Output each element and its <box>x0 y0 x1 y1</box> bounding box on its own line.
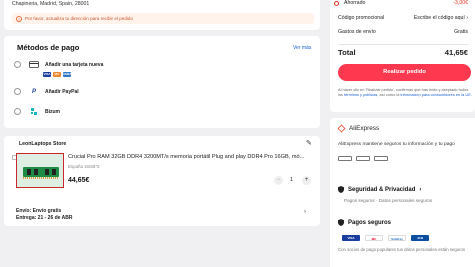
shipping-info: Envío: Envío gratis <box>16 208 62 214</box>
promo-code-label: Código promocional <box>338 15 385 21</box>
secure-card-icon <box>338 156 352 161</box>
shipping-cost-value: Gratis <box>454 29 468 35</box>
secure-payments-description: Con socios de pago populares tus datos p… <box>338 247 466 252</box>
aliexpress-logo: AliExpress <box>337 124 380 133</box>
total-label: Total <box>338 48 356 57</box>
security-privacy-link[interactable]: Seguridad & Privacidad › <box>338 186 421 193</box>
quantity-decrease-button[interactable]: − <box>274 176 283 185</box>
payment-option-bizum[interactable]: Bizum <box>14 108 60 115</box>
payment-option-paypal[interactable]: P Añadir PayPal <box>14 88 79 95</box>
total-row: Total 41,65€ <box>338 48 468 57</box>
credit-card-icon <box>29 61 39 68</box>
chevron-right-icon[interactable]: › <box>304 209 306 215</box>
amex-icon: AMEX <box>63 72 72 77</box>
radio-button[interactable] <box>14 108 21 115</box>
product-variant: España 16GB*2 <box>68 164 100 169</box>
payment-option-label: Añadir PayPal <box>45 88 79 95</box>
visa-icon: VISA <box>43 72 51 77</box>
eu-consumer-info-link[interactable]: información para consumidores en la UE <box>401 92 471 97</box>
secure-payments-section: Pagos seguros <box>338 219 391 226</box>
aliexpress-logo-text: AliExpress <box>349 125 380 132</box>
product-price: 44,65€ <box>68 177 90 184</box>
safekey-logo: SafeKey <box>388 235 406 241</box>
jcb-logo: JCB <box>411 235 429 241</box>
protection-icon <box>374 156 388 161</box>
promo-code-row[interactable]: Código promocional Escribe el código aqu… <box>338 15 468 21</box>
legal-text-part: . <box>470 92 472 98</box>
ram-pins <box>23 177 59 179</box>
savings-icon <box>334 1 339 6</box>
aliexpress-logo-icon <box>337 124 346 133</box>
ram-chip <box>27 169 31 175</box>
see-more-link[interactable]: Ver más <box>293 45 311 51</box>
paypal-icon: P <box>31 88 36 95</box>
mastercard-logo: MC <box>365 235 383 241</box>
saved-label: Ahorrado <box>344 0 366 6</box>
radio-button[interactable] <box>14 61 21 68</box>
total-value: 41,65€ <box>444 48 468 57</box>
chevron-right-icon: › <box>419 186 422 193</box>
shield-icon <box>338 219 344 226</box>
payment-methods-title: Métodos de pago <box>17 43 80 52</box>
shipping-cost-label: Gastos de envío <box>338 29 376 35</box>
shipping-cost-row: Gastos de envío Gratis <box>338 29 468 35</box>
ram-chip <box>34 169 38 175</box>
address-warning-text: Por favor, actualiza tu dirección para r… <box>25 16 134 21</box>
security-subtitle: Pagos seguros · Datos personales seguros <box>344 198 433 203</box>
delivery-estimate: Entrega: 21 - 26 de ABR <box>16 215 73 221</box>
place-order-button[interactable]: Realizar pedido <box>338 64 471 81</box>
product-image[interactable] <box>16 153 64 188</box>
promo-code-input[interactable]: Escribe el código aquí › <box>414 15 468 21</box>
legal-text-part: , así como la <box>377 92 401 98</box>
edit-icon[interactable]: ✎ <box>306 139 312 147</box>
refund-icon <box>356 156 370 161</box>
payment-option-label: Bizum <box>45 108 60 115</box>
bizum-icon <box>29 108 39 115</box>
payment-logos: VISA MC SafeKey JCB <box>342 235 429 241</box>
trust-badges <box>338 156 388 161</box>
security-title: Seguridad & Privacidad <box>348 186 416 193</box>
promo-code-placeholder: Escribe el código aquí <box>413 15 465 21</box>
shield-icon <box>338 186 344 193</box>
saved-value: -3,00€ <box>453 0 468 6</box>
ram-chip <box>45 169 49 175</box>
address-card: Chapineria, Madrid, Spain, 28001 ! Por f… <box>4 0 320 30</box>
payment-option-label: Añadir una tarjeta nueva <box>45 61 104 68</box>
order-summary-card: Ahorrado -3,00€ Código promocional Escri… <box>330 0 475 112</box>
card-brands: VISA MC AMEX <box>43 72 72 77</box>
visa-logo: VISA <box>342 235 360 241</box>
quantity-increase-button[interactable]: + <box>302 176 311 185</box>
terms-link[interactable]: términos y políticas <box>344 92 377 97</box>
quantity-value: 1 <box>290 177 293 183</box>
radio-button[interactable] <box>14 88 21 95</box>
product-title[interactable]: Crucial Pro RAM 32GB DDR4 3200MT/s memor… <box>68 154 310 160</box>
shipping-address[interactable]: Chapineria, Madrid, Spain, 28001 <box>12 1 89 7</box>
chevron-right-icon: › <box>466 15 468 21</box>
address-warning-banner[interactable]: ! Por favor, actualiza tu dirección para… <box>12 13 314 24</box>
saved-row: Ahorrado -3,00€ <box>338 0 468 6</box>
payment-option-new-card[interactable]: Añadir una tarjeta nueva <box>14 61 103 68</box>
warning-icon: ! <box>16 15 22 22</box>
trust-tagline: AliExpress mantiene seguros tu informaci… <box>338 142 455 147</box>
divider <box>338 44 468 45</box>
secure-payments-title: Pagos seguros <box>348 219 392 226</box>
ram-chip <box>52 169 56 175</box>
mastercard-icon: MC <box>53 72 61 77</box>
legal-notice: Al hacer clic en 'Realizar pedido', conf… <box>338 87 473 97</box>
trust-card: AliExpress AliExpress mantiene seguros t… <box>330 118 475 267</box>
store-name[interactable]: LeonLaptops Store <box>19 141 66 147</box>
